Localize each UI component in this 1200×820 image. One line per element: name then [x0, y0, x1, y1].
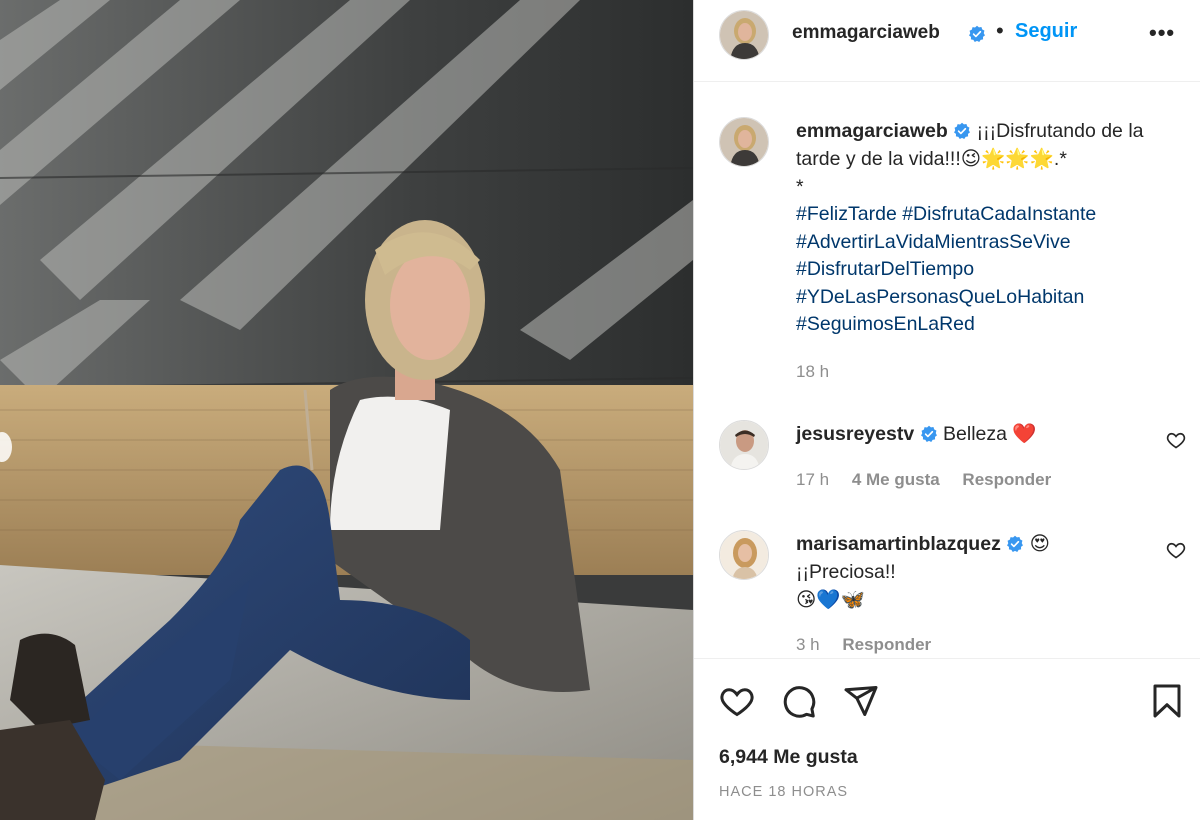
- post-header: emmagarciaweb • Seguir •••: [694, 0, 1200, 82]
- comment-text: jesusreyestv Belleza ❤️: [796, 420, 1156, 448]
- commenter-avatar[interactable]: [719, 420, 769, 470]
- photo-illustration: [0, 0, 693, 820]
- hashtag-line[interactable]: #AdvertirLaVidaMientrasSeVive: [796, 229, 1096, 257]
- comment-body-line3: 😘💙🦋: [796, 589, 865, 611]
- comment-text: marisamartinblazquez 😍 ¡¡Preciosa!! 😘💙🦋: [796, 530, 1156, 614]
- reply-button[interactable]: Responder: [962, 470, 1051, 489]
- comments-list: jesusreyestv Belleza ❤️ 17 h 4 Me gusta …: [694, 400, 1200, 655]
- comment-meta: 17 h 4 Me gusta Responder: [796, 470, 1069, 490]
- comment-timestamp: 17 h: [796, 470, 830, 489]
- verified-badge-icon: [920, 425, 937, 442]
- hashtag-line[interactable]: #FelizTarde #DisfrutaCadaInstante: [796, 201, 1096, 229]
- hashtag-line[interactable]: #SeguimosEnLaRed: [796, 311, 1096, 339]
- comment-body-line2: ¡¡Preciosa!!: [796, 561, 896, 583]
- comment-body: Belleza ❤️: [943, 423, 1037, 445]
- action-bar: 6,944 Me gusta HACE 18 HORAS: [694, 658, 1200, 820]
- heart-icon[interactable]: [1166, 540, 1186, 560]
- post-details-panel: emmagarciaweb • Seguir ••• emmagarciaweb…: [693, 0, 1200, 820]
- caption-username[interactable]: emmagarciaweb: [796, 120, 948, 142]
- comment-body: 😍: [1029, 533, 1051, 555]
- caption-author-avatar[interactable]: [719, 117, 769, 167]
- comment-item: marisamartinblazquez 😍 ¡¡Preciosa!! 😘💙🦋 …: [694, 530, 1200, 655]
- hashtag-list: #FelizTarde #DisfrutaCadaInstante #Adver…: [796, 201, 1096, 339]
- verified-badge-icon: [1007, 535, 1024, 552]
- comment-username[interactable]: marisamartinblazquez: [796, 533, 1001, 555]
- post-photo: [0, 0, 693, 820]
- comment-icon[interactable]: [781, 683, 817, 719]
- bookmark-icon[interactable]: [1149, 683, 1185, 719]
- hashtag-line[interactable]: #YDeLasPersonasQueLoHabitan: [796, 284, 1096, 312]
- header-separator: •: [996, 18, 1004, 43]
- caption-text: emmagarciaweb ¡¡¡Disfrutando de la tarde…: [796, 117, 1191, 201]
- likes-count[interactable]: 6,944 Me gusta: [719, 746, 858, 769]
- heart-icon[interactable]: [719, 683, 755, 719]
- comment-likes-count[interactable]: 4 Me gusta: [852, 470, 940, 489]
- author-username[interactable]: emmagarciaweb: [792, 22, 940, 44]
- comment-timestamp: 3 h: [796, 635, 820, 654]
- post-timestamp: HACE 18 HORAS: [719, 784, 849, 800]
- follow-button[interactable]: Seguir: [1015, 20, 1077, 43]
- comment-username[interactable]: jesusreyestv: [796, 423, 914, 445]
- caption-timestamp: 18 h: [796, 362, 830, 381]
- heart-icon[interactable]: [1166, 430, 1186, 450]
- comment-meta: 3 h Responder: [796, 635, 949, 655]
- verified-badge-icon: [954, 122, 971, 139]
- share-icon[interactable]: [843, 683, 879, 719]
- author-avatar[interactable]: [719, 10, 769, 60]
- more-options-icon[interactable]: •••: [1149, 20, 1175, 46]
- commenter-avatar[interactable]: [719, 530, 769, 580]
- reply-button[interactable]: Responder: [842, 635, 931, 654]
- hashtag-line[interactable]: #DisfrutarDelTiempo: [796, 256, 1096, 284]
- comment-item: jesusreyestv Belleza ❤️ 17 h 4 Me gusta …: [694, 420, 1200, 510]
- caption-line2: *: [796, 176, 804, 198]
- verified-badge-icon: [969, 25, 985, 42]
